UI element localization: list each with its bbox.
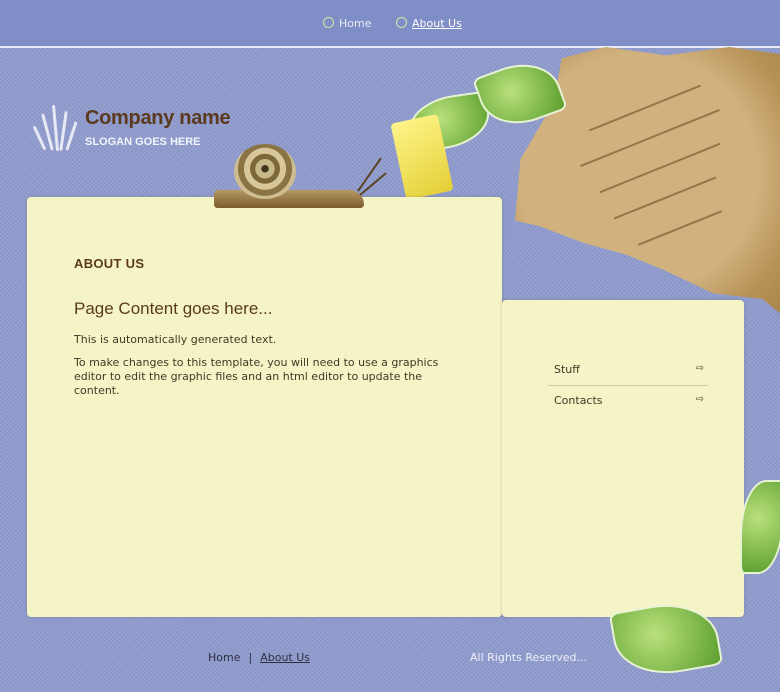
copyright-text: All Rights Reserved... (470, 651, 588, 664)
side-menu-item-stuff[interactable]: Stuff ⇨ (548, 355, 708, 386)
section-heading: ABOUT US (74, 256, 145, 271)
company-name: Company name (85, 107, 231, 129)
side-menu: Stuff ⇨ Contacts ⇨ (548, 355, 708, 416)
nav-bullet-icon (396, 17, 407, 28)
slogan: SLOGAN GOES HERE (85, 136, 201, 148)
nav-about-link[interactable]: About Us (396, 16, 462, 30)
footer-separator: | (248, 651, 253, 664)
footer-home-link[interactable]: Home (208, 651, 240, 664)
content-paragraph: To make changes to this template, you wi… (74, 356, 439, 397)
sidebar-panel (502, 300, 744, 617)
nav-bullet-icon (323, 17, 334, 28)
top-bar: Home About Us (0, 0, 780, 48)
side-menu-item-contacts[interactable]: Contacts ⇨ (548, 386, 708, 416)
page-title: Page Content goes here... (74, 299, 273, 318)
snail-image (208, 140, 388, 220)
nav-home-label: Home (339, 17, 372, 30)
side-menu-label: Stuff (554, 363, 580, 376)
footer-nav: Home | About Us (208, 651, 310, 664)
side-menu-label: Contacts (554, 394, 603, 407)
nav-about-label: About Us (412, 17, 462, 30)
content-paragraph: This is automatically generated text. (74, 333, 277, 346)
arrow-right-icon: ⇨ (695, 394, 704, 405)
nav-home-link[interactable]: Home (323, 16, 371, 30)
arrow-right-icon: ⇨ (695, 363, 704, 374)
footer-about-link[interactable]: About Us (260, 651, 310, 664)
leaf-image (740, 480, 780, 574)
